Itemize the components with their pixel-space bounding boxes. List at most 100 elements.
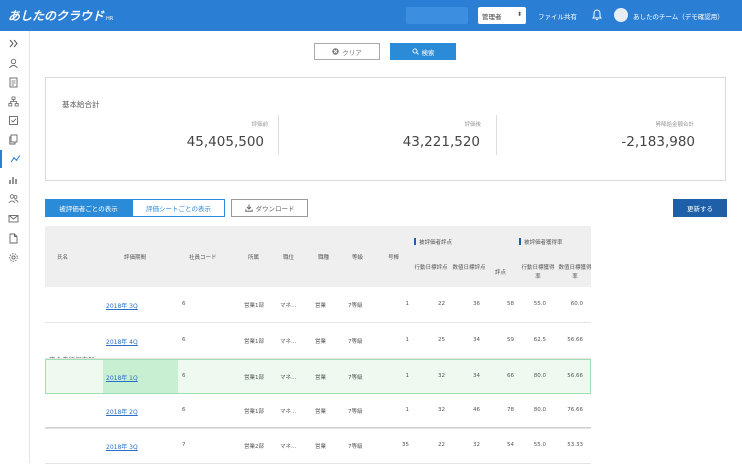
department: 営業2部 [244, 444, 264, 450]
app-logo[interactable]: あしたのクラウド HR [8, 7, 113, 24]
col-step: 号棒 [388, 255, 400, 261]
period-link[interactable]: 2018年 2Q [106, 407, 138, 416]
tab-by-sheet[interactable]: 評価シートごとの表示 [132, 199, 225, 217]
col-numeric-rate: 数值日標獲得率 [558, 265, 592, 280]
avatar[interactable] [614, 8, 628, 22]
score: 78 [507, 407, 514, 413]
employee-code: 7 [182, 442, 186, 448]
numeric-score: 34 [473, 337, 480, 343]
grade: 7等級 [348, 409, 363, 415]
search-button-label: 検索 [421, 48, 435, 57]
global-search-field[interactable] [406, 7, 468, 24]
document-icon [9, 77, 18, 88]
numeric-score: 46 [473, 407, 480, 413]
clear-button-label: クリア [342, 48, 362, 57]
download-button[interactable]: ダウンロード [231, 199, 308, 217]
mail-icon [8, 215, 19, 223]
double-chevron-right-icon [9, 39, 18, 48]
sidebar-item-file[interactable] [0, 230, 30, 248]
sidebar [0, 31, 30, 463]
table-row: 2018年 3Q 7 営業2部 マネ… 営業 7等級 35 22 32 54 5… [45, 429, 591, 464]
position: マネ… [280, 339, 297, 345]
action-rate: 55.0 [533, 442, 546, 448]
tab-by-evaluatee[interactable]: 被評価者ごとの表示 [45, 199, 132, 217]
grade: 7等級 [348, 375, 363, 381]
salary-summary-panel: 基本給合計 評価前 45,405,500 評価後 43,221,520 昇降給金… [45, 77, 726, 181]
col-group-evaluatee-score: 被評価者評点 [414, 238, 452, 246]
bell-icon[interactable] [592, 9, 602, 21]
action-rate: 62.5 [533, 337, 546, 343]
sidebar-item-people[interactable] [0, 190, 30, 208]
table-row: 2018年 4Q 6 営業1部 マネ… 営業 7等級 1 25 34 59 62… [45, 324, 591, 359]
numeric-score: 34 [473, 373, 480, 379]
col-action-rate: 行動日標獲得率 [521, 265, 555, 280]
employee-code: 6 [182, 373, 186, 379]
table-row-selected[interactable]: 2018年 1Q 6 営業1部 マネ… 営業 7等級 1 32 34 66 80… [45, 359, 591, 394]
numeric-rate: 53.33 [567, 442, 583, 448]
period-link[interactable]: 2018年 4Q [106, 337, 138, 346]
file-share-link[interactable]: ファイル共有 [538, 11, 577, 21]
department: 営業1部 [244, 339, 264, 345]
action-rate: 80.0 [533, 373, 546, 379]
stat-label-total-change: 昇降給金額合計 [655, 122, 694, 128]
stat-value-after: 43,221,520 [402, 134, 480, 150]
grade: 7等級 [348, 339, 363, 345]
update-button[interactable]: 更新する [673, 199, 727, 217]
table-header: 氏名 評価期間 社員コード 所属 職位 職種 等級 号棒 被評価者評点 被評価者… [45, 226, 592, 287]
stat-label-after: 評価後 [464, 122, 481, 128]
evaluation-icon [10, 155, 21, 163]
checklist-icon [9, 116, 18, 125]
step: 1 [405, 337, 410, 343]
user-name[interactable]: あしたのチーム（デモ確認用） [633, 11, 724, 21]
sidebar-toggle[interactable] [0, 35, 30, 53]
period-link[interactable]: 2018年 3Q [106, 301, 138, 310]
sidebar-item-settings[interactable] [0, 249, 30, 267]
period-link[interactable]: 2018年 3Q [106, 442, 138, 451]
sidebar-item-organization[interactable] [0, 93, 30, 111]
department: 営業1部 [244, 375, 264, 381]
job: 営業 [315, 303, 327, 309]
sidebar-item-checklist[interactable] [0, 112, 30, 130]
table-row: 2018年 2Q 6 営業1部 マネ… 営業 7等級 1 32 46 78 80… [45, 394, 591, 429]
position: マネ… [280, 444, 297, 450]
stat-value-total-change: -2,183,980 [621, 134, 695, 150]
position: マネ… [280, 303, 297, 309]
role-select[interactable]: 管理者 ⬍ [478, 7, 526, 24]
step: 1 [405, 373, 410, 379]
col-department: 所属 [248, 255, 260, 261]
top-bar: あしたのクラウド HR 管理者 ⬍ ファイル共有 あしたのチーム（デモ確認用） [0, 0, 742, 31]
col-period: 評価期間 [124, 255, 147, 261]
position: マネ… [280, 375, 297, 381]
sidebar-item-evaluation[interactable] [0, 150, 30, 168]
clear-icon [332, 48, 339, 55]
step: 1 [405, 301, 410, 307]
action-score: 32 [438, 407, 445, 413]
score: 58 [507, 301, 514, 307]
download-icon [244, 204, 253, 212]
summary-title: 基本給合計 [62, 100, 100, 109]
select-caret-icon: ⬍ [516, 11, 522, 18]
bar-chart-icon [9, 177, 17, 184]
sidebar-item-copy[interactable] [0, 131, 30, 149]
job: 営業 [315, 339, 327, 345]
numeric-rate: 60.0 [570, 301, 583, 307]
app-logo-text: あしたのクラウド [8, 9, 105, 23]
search-button[interactable]: 検索 [390, 43, 456, 60]
clear-button[interactable]: クリア [314, 43, 380, 60]
sidebar-item-analytics[interactable] [0, 171, 30, 189]
col-action-score: 行動日標評点 [414, 265, 448, 271]
org-chart-icon [8, 96, 19, 107]
stat-value-before: 45,405,500 [186, 134, 264, 150]
period-link[interactable]: 2018年 1Q [106, 373, 138, 382]
sidebar-item-user[interactable] [0, 55, 30, 73]
role-select-value: 管理者 [482, 13, 502, 21]
job: 営業 [315, 409, 327, 415]
col-name: 氏名 [57, 255, 69, 261]
stat-label-before: 評価前 [251, 122, 268, 128]
sidebar-item-mail[interactable] [0, 210, 30, 228]
numeric-rate: 56.66 [567, 373, 583, 379]
employee-code: 6 [182, 337, 186, 343]
group-divider [45, 427, 591, 428]
sidebar-item-document[interactable] [0, 74, 30, 92]
employee-code: 6 [182, 301, 186, 307]
